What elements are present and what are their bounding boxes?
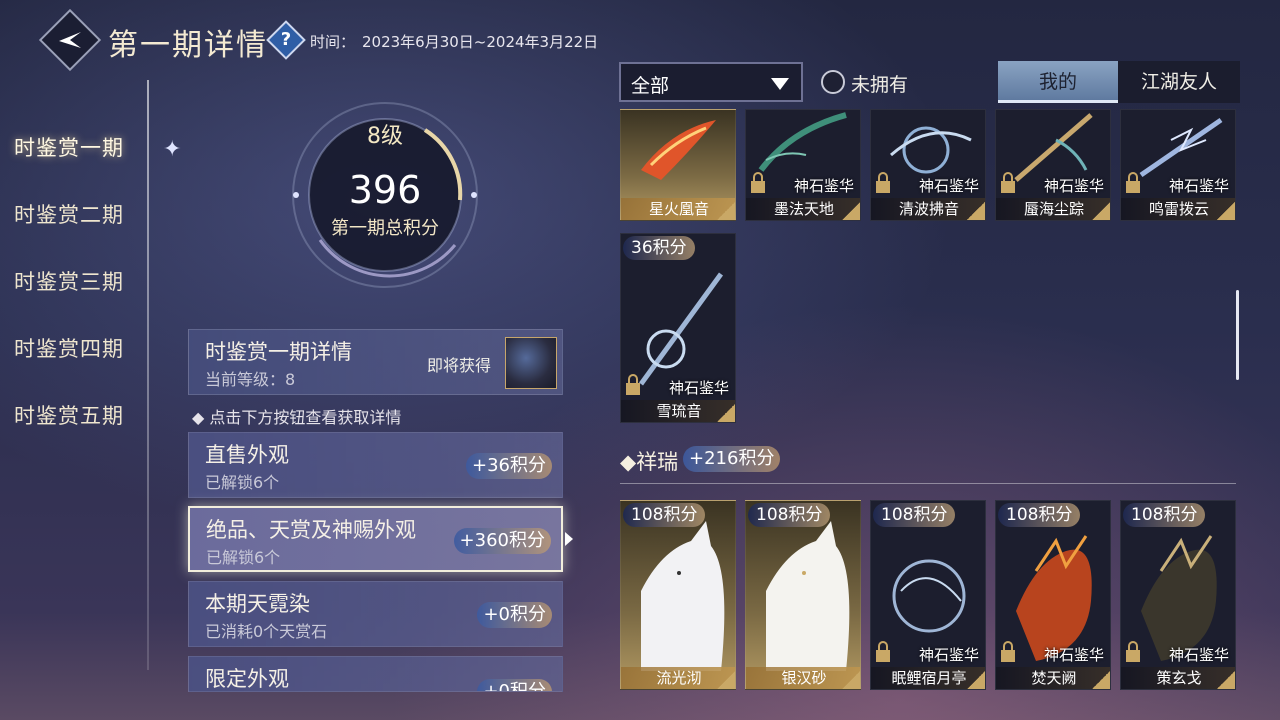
corner-badge-icon <box>1217 202 1235 220</box>
item-card[interactable]: 36积分 神石鉴华 雪琉音 <box>620 233 736 423</box>
category-limited[interactable]: 限定外观 +0积分 <box>188 656 563 692</box>
time-label: 时间： <box>310 33 356 51</box>
category-premium-appearances[interactable]: 绝品、天赏及神赐外观 已解锁6个 +360积分 <box>188 506 563 572</box>
level-summary: 8级 396 第一期总积分 <box>285 118 485 288</box>
current-level-text: 当前等级：8 <box>205 370 296 389</box>
period-detail-panel: 时鉴赏一期详情 当前等级：8 即将获得 <box>188 329 563 395</box>
section-title: ◆祥瑞 <box>620 450 679 474</box>
period-detail-title: 时鉴赏一期详情 <box>205 340 352 364</box>
category-dye[interactable]: 本期天霓染 已消耗0个天赏石 +0积分 <box>188 581 563 647</box>
corner-badge-icon <box>842 202 860 220</box>
total-score: 396 <box>348 168 422 212</box>
corner-badge-icon <box>1217 671 1235 689</box>
item-points-badge: 108积分 <box>748 503 831 527</box>
item-points-badge: 36积分 <box>623 236 695 260</box>
sidebar-item-period-4[interactable]: 时鉴赏四期 <box>14 333 124 363</box>
item-source: 神石鉴华 <box>1043 177 1104 195</box>
tab-mine[interactable]: 我的 <box>998 61 1118 103</box>
section-points-badge: +216积分 <box>683 446 781 472</box>
item-card[interactable]: 神石鉴华 鸣雷拨云 <box>1120 109 1236 221</box>
item-points-badge: 108积分 <box>1123 503 1206 527</box>
item-card[interactable]: 108积分 银汉砂 <box>745 500 861 690</box>
item-source: 神石鉴华 <box>668 379 729 397</box>
item-source: 神石鉴华 <box>918 177 979 195</box>
lock-icon <box>1126 172 1140 193</box>
item-source: 神石鉴华 <box>918 646 979 664</box>
item-card[interactable]: 108积分 神石鉴华 焚天阙 <box>995 500 1111 690</box>
corner-badge-icon <box>967 202 985 220</box>
sidebar-item-period-5[interactable]: 时鉴赏五期 <box>14 400 124 430</box>
lock-icon <box>876 641 890 662</box>
lock-icon <box>626 374 640 395</box>
sidebar-item-period-2[interactable]: 时鉴赏二期 <box>14 199 124 229</box>
sidebar-divider <box>147 80 149 670</box>
category-title: 直售外观 <box>205 443 289 467</box>
category-sub: 已解锁6个 <box>205 473 280 492</box>
item-card[interactable]: 神石鉴华 墨法天地 <box>745 109 861 221</box>
category-sub: 已解锁6个 <box>206 548 281 567</box>
item-points-badge: 108积分 <box>623 503 706 527</box>
lock-icon <box>751 172 765 193</box>
category-sub: 已消耗0个天赏石 <box>205 622 328 641</box>
category-points-badge: +0积分 <box>477 679 552 691</box>
lock-icon <box>1126 641 1140 662</box>
selected-arrow-icon <box>565 532 573 546</box>
category-direct-sale[interactable]: 直售外观 已解锁6个 +36积分 <box>188 432 563 498</box>
item-card[interactable]: 神石鉴华 清波拂音 <box>870 109 986 221</box>
category-points-badge: +36积分 <box>466 453 552 479</box>
time-value: 2023年6月30日~2024年3月22日 <box>362 33 599 51</box>
coming-soon-label: 即将获得 <box>427 356 492 375</box>
item-card[interactable]: 108积分 流光沏 <box>620 500 736 690</box>
lock-icon <box>1001 641 1015 662</box>
dropdown-arrow-icon <box>771 78 789 90</box>
item-card[interactable]: 神石鉴华 蜃海尘踪 <box>995 109 1111 221</box>
item-card[interactable]: 108积分 神石鉴华 策玄戈 <box>1120 500 1236 690</box>
item-source: 神石鉴华 <box>793 177 854 195</box>
item-card[interactable]: 108积分 神石鉴华 眠鲤宿月亭 <box>870 500 986 690</box>
white-fox-icon <box>641 521 725 671</box>
back-arrow-icon <box>59 32 81 48</box>
item-points-badge: 108积分 <box>873 503 956 527</box>
back-button[interactable] <box>38 8 102 72</box>
lock-icon <box>1001 172 1015 193</box>
item-source: 神石鉴华 <box>1168 177 1229 195</box>
help-button[interactable]: ? <box>266 20 306 60</box>
corner-badge-icon <box>967 671 985 689</box>
lock-icon <box>876 172 890 193</box>
page-title: 第一期详情 <box>108 28 268 63</box>
hint-text: ◆ 点击下方按钮查看获取详情 <box>192 408 402 427</box>
corner-badge-icon <box>842 671 860 689</box>
item-points-badge: 108积分 <box>998 503 1081 527</box>
list-scrollbar[interactable] <box>1236 290 1239 380</box>
item-card[interactable]: 星火凰音 <box>620 109 736 221</box>
corner-badge-icon <box>717 404 735 422</box>
tab-friends[interactable]: 江湖友人 <box>1119 61 1239 103</box>
corner-badge-icon <box>1092 202 1110 220</box>
section-divider <box>620 483 1236 484</box>
category-title: 本期天霓染 <box>205 592 310 616</box>
reward-preview-icon[interactable] <box>505 337 557 389</box>
filter-dropdown-value: 全部 <box>631 75 670 97</box>
not-owned-radio[interactable] <box>821 70 845 94</box>
category-title: 绝品、天赏及神赐外观 <box>206 518 416 542</box>
item-source: 神石鉴华 <box>1043 646 1104 664</box>
category-points-badge: +0积分 <box>477 602 552 628</box>
total-score-label: 第一期总积分 <box>331 218 439 239</box>
category-title: 限定外观 <box>205 667 289 691</box>
category-points-badge: +360积分 <box>453 528 551 554</box>
filter-dropdown[interactable]: 全部 <box>619 62 803 102</box>
silver-fox-icon <box>766 521 850 671</box>
selected-star-icon: ✦ <box>163 137 182 162</box>
sidebar-item-period-1[interactable]: 时鉴赏一期 <box>14 132 124 162</box>
corner-badge-icon <box>1092 671 1110 689</box>
sidebar-item-period-3[interactable]: 时鉴赏三期 <box>14 266 124 296</box>
corner-badge-icon <box>717 671 735 689</box>
level-text: 8级 <box>367 124 403 149</box>
help-icon: ? <box>280 29 292 50</box>
owner-tabs: 我的 江湖友人 <box>998 61 1240 103</box>
not-owned-label: 未拥有 <box>851 74 909 96</box>
corner-badge-icon <box>717 202 735 220</box>
item-source: 神石鉴华 <box>1168 646 1229 664</box>
